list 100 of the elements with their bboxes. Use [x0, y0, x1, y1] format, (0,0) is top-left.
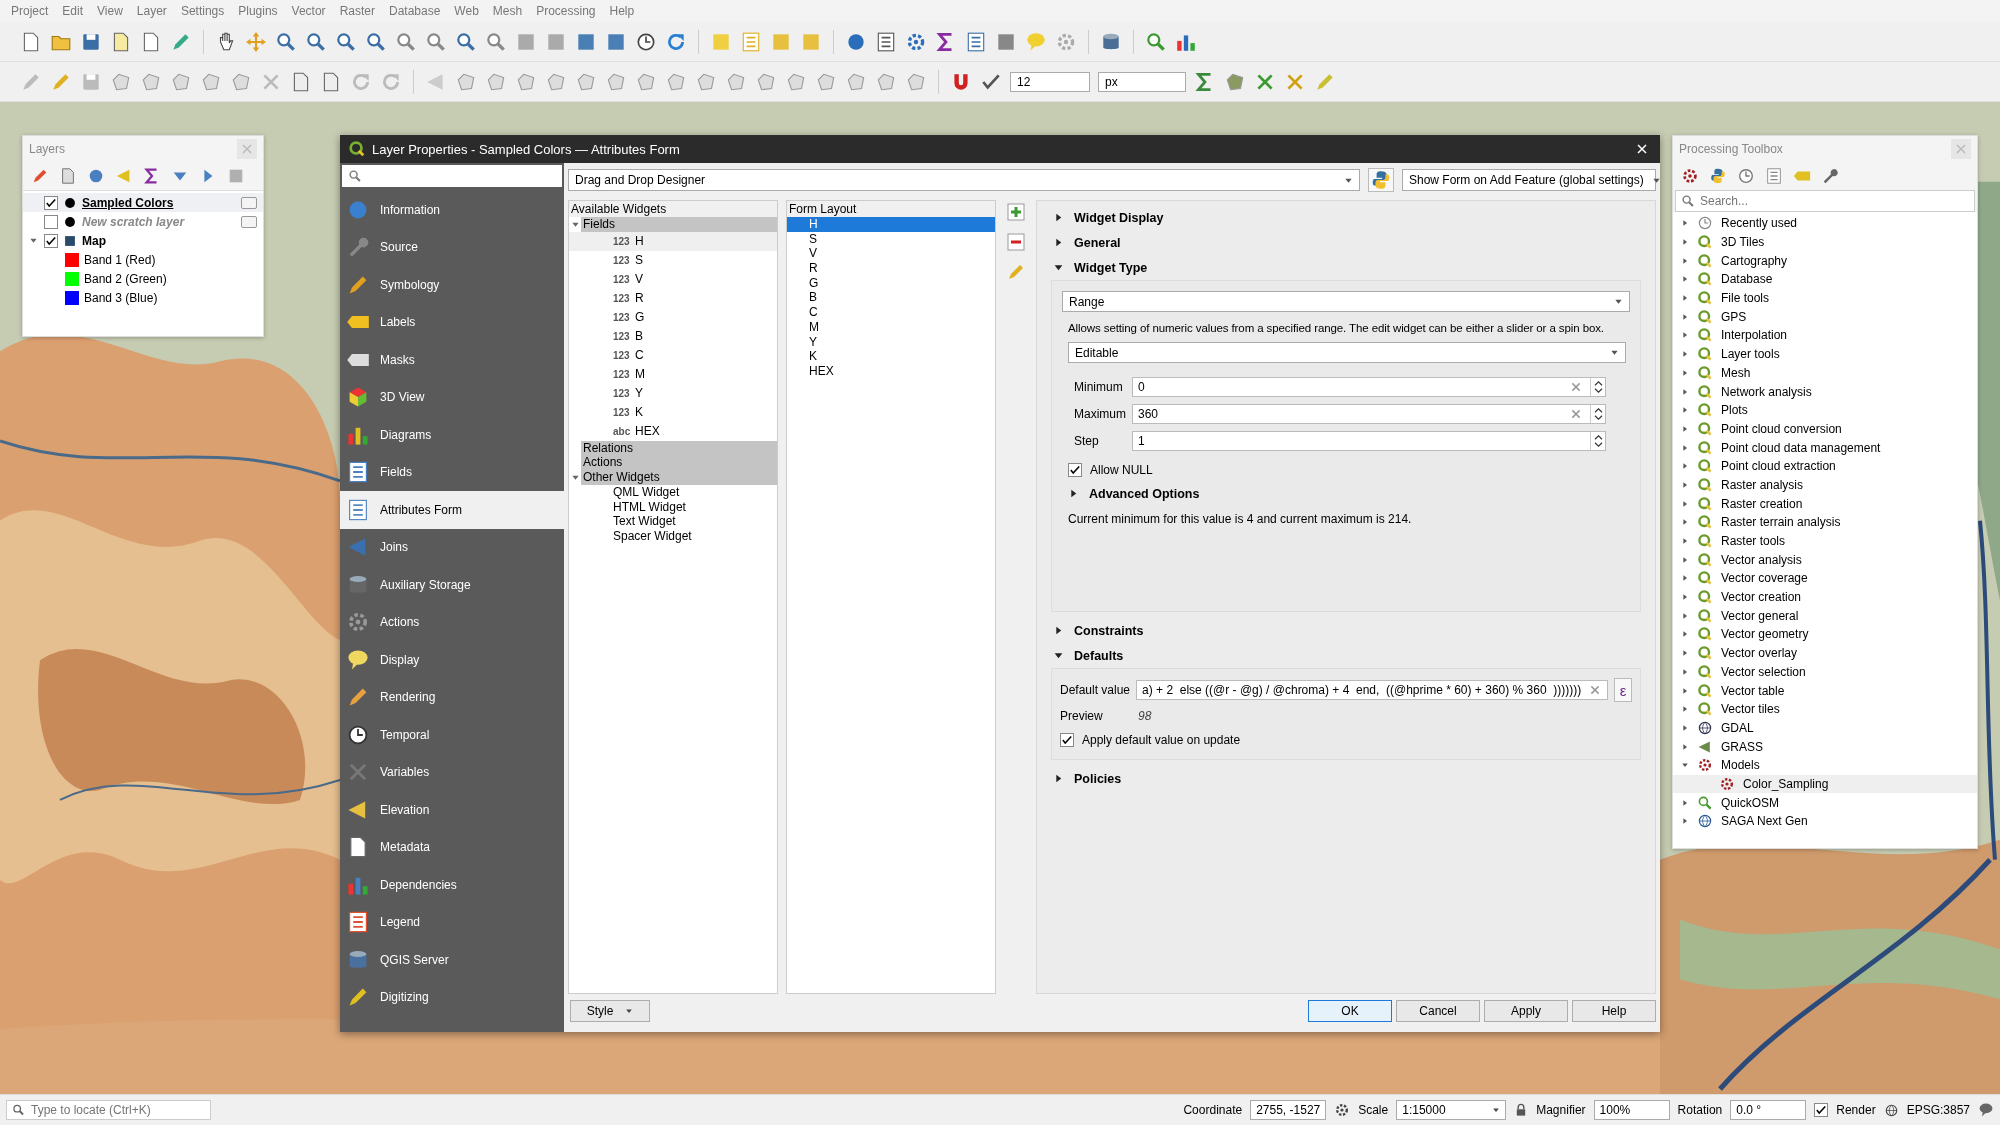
layer-row[interactable]: New scratch layer: [23, 212, 263, 231]
widget-item[interactable]: 123 K: [569, 402, 777, 422]
spinbox-field[interactable]: 0: [1132, 377, 1606, 397]
sidebar-item[interactable]: Information: [340, 191, 564, 229]
sidebar-item[interactable]: Elevation: [340, 791, 564, 829]
tree-item[interactable]: Vector general: [1673, 606, 1977, 626]
section-title[interactable]: Widget Type: [1074, 260, 1148, 275]
size-spinbox[interactable]: 12: [1010, 71, 1090, 92]
tree-item[interactable]: Recently used: [1673, 214, 1977, 233]
widget-item[interactable]: 123 B: [569, 326, 777, 346]
form-item[interactable]: Y: [787, 334, 995, 350]
tree-item[interactable]: Vector geometry: [1673, 625, 1977, 644]
sidebar-item[interactable]: Digitizing: [340, 978, 564, 1016]
sidebar-item[interactable]: 3D View: [340, 378, 564, 416]
style-button[interactable]: Style: [570, 1000, 650, 1022]
menu-item[interactable]: Vector: [284, 4, 333, 18]
menu-item[interactable]: View: [90, 4, 130, 18]
sidebar-item[interactable]: Variables: [340, 753, 564, 791]
sidebar-item[interactable]: Diagrams: [340, 416, 564, 454]
menu-item[interactable]: Mesh: [485, 4, 530, 18]
form-item[interactable]: C: [787, 305, 995, 320]
tree-item[interactable]: Models: [1673, 755, 1977, 775]
menu-item[interactable]: Raster: [332, 4, 382, 18]
section-title[interactable]: Policies: [1074, 771, 1122, 786]
tree-item[interactable]: Layer tools: [1673, 344, 1977, 364]
form-item[interactable]: B: [787, 290, 995, 306]
tree-item[interactable]: Point cloud extraction: [1673, 456, 1977, 476]
tree-item[interactable]: GDAL: [1673, 718, 1977, 738]
sidebar-item[interactable]: QGIS Server: [340, 941, 564, 979]
expression-button[interactable]: ε: [1614, 678, 1632, 702]
widget-item[interactable]: 123 R: [569, 288, 777, 308]
widget-item[interactable]: HTML Widget: [569, 499, 777, 515]
sidebar-item[interactable]: Labels: [340, 303, 564, 341]
widget-item[interactable]: Text Widget: [569, 514, 777, 529]
layer-row[interactable]: Map: [23, 231, 263, 250]
widget-item[interactable]: QML Widget: [569, 484, 777, 500]
form-item[interactable]: G: [787, 275, 995, 291]
section-title[interactable]: Constraints: [1074, 623, 1144, 638]
unit-dropdown[interactable]: px: [1098, 71, 1186, 92]
sidebar-item[interactable]: Actions: [340, 603, 564, 641]
tree-item[interactable]: Vector overlay: [1673, 643, 1977, 663]
widget-item[interactable]: 123 V: [569, 269, 777, 289]
rotation-spinbox[interactable]: 0.0 °: [1730, 1100, 1807, 1120]
tree-item[interactable]: Database: [1673, 270, 1977, 289]
widget-item[interactable]: abc HEX: [569, 421, 777, 441]
sidebar-item[interactable]: Joins: [340, 528, 564, 566]
tree-item[interactable]: Vector selection: [1673, 662, 1977, 682]
section-title[interactable]: Widget Display: [1074, 210, 1164, 225]
form-item[interactable]: S: [787, 231, 995, 247]
tree-item[interactable]: Network analysis: [1673, 382, 1977, 401]
widget-item[interactable]: 123 M: [569, 364, 777, 384]
tree-item[interactable]: Vector tiles: [1673, 699, 1977, 719]
sidebar-item[interactable]: Auxiliary Storage: [340, 566, 564, 604]
sidebar-item[interactable]: Source: [340, 228, 564, 266]
sidebar-item[interactable]: Attributes Form: [340, 491, 564, 529]
sidebar-item[interactable]: Rendering: [340, 678, 564, 716]
tree-item[interactable]: Vector analysis: [1673, 550, 1977, 570]
widget-item[interactable]: 123 G: [569, 307, 777, 327]
widget-item[interactable]: 123 S: [569, 250, 777, 270]
menu-item[interactable]: Project: [4, 4, 56, 18]
sidebar-item[interactable]: Symbology: [340, 266, 564, 304]
menu-item[interactable]: Processing: [529, 4, 603, 18]
tree-item[interactable]: File tools: [1673, 288, 1977, 308]
widget-item[interactable]: 123 Y: [569, 383, 777, 403]
tree-item[interactable]: Cartography: [1673, 251, 1977, 271]
search-field[interactable]: Search...: [1675, 190, 1975, 212]
tree-item[interactable]: Vector table: [1673, 681, 1977, 700]
tree-item[interactable]: Point cloud data management: [1673, 438, 1977, 457]
dialog-button[interactable]: OK: [1308, 1000, 1392, 1022]
tree-item[interactable]: Vector creation: [1673, 587, 1977, 607]
spinbox-field[interactable]: 360: [1132, 404, 1606, 424]
layer-row[interactable]: Sampled Colors: [23, 193, 263, 212]
section-title[interactable]: Defaults: [1074, 648, 1124, 663]
group-header[interactable]: Actions: [581, 455, 777, 471]
sidebar-item[interactable]: Legend: [340, 903, 564, 941]
form-item[interactable]: M: [787, 319, 995, 335]
widget-item[interactable]: Spacer Widget: [569, 528, 777, 544]
tree-item[interactable]: SAGA Next Gen: [1673, 812, 1977, 831]
menu-item[interactable]: Settings: [173, 4, 232, 18]
menu-item[interactable]: Edit: [55, 4, 91, 18]
tree-item[interactable]: Vector coverage: [1673, 569, 1977, 588]
tree-item[interactable]: Raster creation: [1673, 494, 1977, 513]
menu-item[interactable]: Plugins: [231, 4, 285, 18]
dialog-button[interactable]: Apply: [1484, 1000, 1568, 1022]
section-title[interactable]: General: [1074, 235, 1121, 250]
coordinate-field[interactable]: 2755, -1527: [1250, 1100, 1327, 1120]
dialog-button[interactable]: Help: [1572, 1000, 1656, 1022]
dialog-button[interactable]: Cancel: [1396, 1000, 1480, 1022]
sidebar-item[interactable]: Fields: [340, 453, 564, 491]
crs-button[interactable]: EPSG:3857: [1906, 1103, 1970, 1117]
tree-item[interactable]: GRASS: [1673, 737, 1977, 756]
form-item[interactable]: V: [787, 246, 995, 262]
tree-item[interactable]: Interpolation: [1673, 326, 1977, 345]
sidebar-item[interactable]: Temporal: [340, 716, 564, 754]
menu-item[interactable]: Layer: [129, 4, 174, 18]
menu-item[interactable]: Web: [447, 4, 486, 18]
menu-item[interactable]: Database: [381, 4, 448, 18]
sidebar-item[interactable]: Metadata: [340, 828, 564, 866]
tree-item[interactable]: Plots: [1673, 400, 1977, 420]
tree-item[interactable]: QuickOSM: [1673, 793, 1977, 812]
